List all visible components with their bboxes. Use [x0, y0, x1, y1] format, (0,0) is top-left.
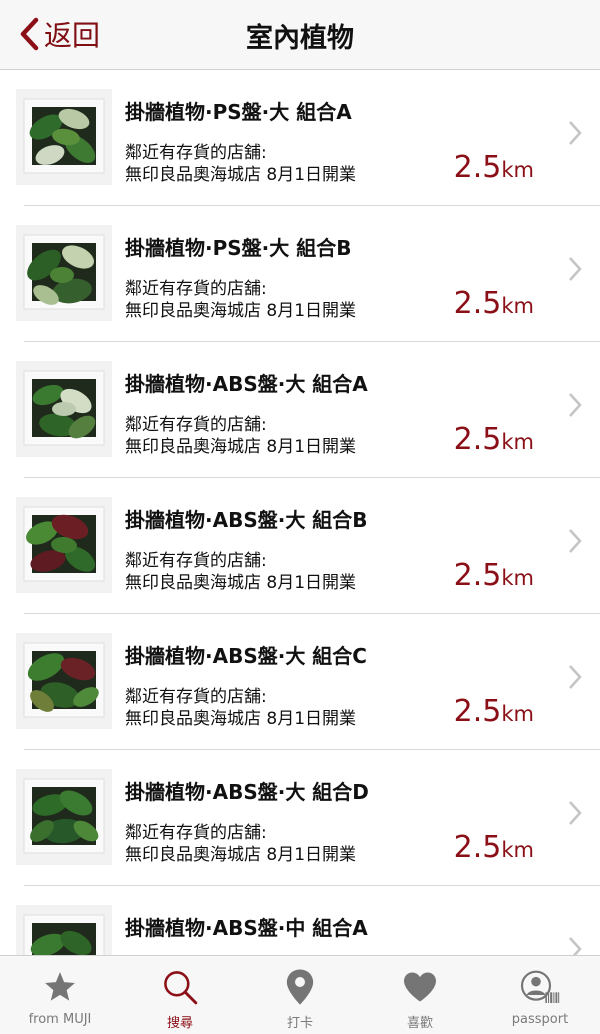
stock-info: 鄰近有存貨的店舖: 無印良品奧海城店 8月1日開業: [125, 686, 356, 730]
product-name: 掛牆植物·ABS盤·中 組合A: [125, 916, 368, 940]
product-name: 掛牆植物·PS盤·大 組合B: [125, 236, 352, 260]
product-thumbnail: [16, 89, 112, 185]
stock-label: 鄰近有存貨的店舖:: [125, 415, 267, 435]
search-icon: [160, 968, 200, 1006]
list-item[interactable]: 掛牆植物·ABS盤·大 組合B 鄰近有存貨的店舖: 無印良品奧海城店 8月1日開…: [16, 478, 600, 614]
list-item[interactable]: 掛牆植物·PS盤·大 組合A 鄰近有存貨的店舖: 無印良品奧海城店 8月1日開業…: [16, 70, 600, 206]
stock-label: 鄰近有存貨的店舖:: [125, 143, 267, 163]
product-list[interactable]: 掛牆植物·PS盤·大 組合A 鄰近有存貨的店舖: 無印良品奧海城店 8月1日開業…: [0, 70, 600, 955]
list-item[interactable]: 掛牆植物·PS盤·大 組合B 鄰近有存貨的店舖: 無印良品奧海城店 8月1日開業…: [16, 206, 600, 342]
distance: 2.5km: [454, 558, 534, 593]
distance-unit: km: [501, 702, 534, 726]
navigation-bar: 返回 室內植物: [0, 0, 600, 70]
product-thumbnail: [16, 497, 112, 593]
store-name: 無印良品奧海城店 8月1日開業: [125, 845, 357, 865]
distance-value: 2.5: [453, 694, 502, 729]
product-name: 掛牆植物·ABS盤·大 組合D: [125, 780, 369, 804]
tab-passport[interactable]: passport: [480, 956, 600, 1034]
distance-value: 2.5: [453, 558, 502, 593]
store-name: 無印良品奧海城店 8月1日開業: [125, 437, 357, 457]
distance-value: 2.5: [453, 830, 502, 865]
distance: 2.5km: [454, 422, 534, 457]
distance-unit: km: [501, 158, 534, 182]
stock-label: 鄰近有存貨的店舖:: [125, 687, 267, 707]
product-thumbnail: [16, 361, 112, 457]
tab-label: 打卡: [286, 1016, 313, 1031]
product-thumbnail: [16, 225, 112, 321]
product-thumbnail: [16, 905, 112, 955]
stock-label: 鄰近有存貨的店舖:: [125, 551, 267, 571]
list-item[interactable]: 掛牆植物·ABS盤·中 組合A: [16, 886, 600, 955]
chevron-right-icon: [569, 937, 582, 955]
chevron-right-icon: [569, 257, 582, 281]
stock-info: 鄰近有存貨的店舖: 無印良品奧海城店 8月1日開業: [125, 822, 356, 866]
distance-unit: km: [501, 566, 534, 590]
distance-value: 2.5: [453, 286, 502, 321]
distance: 2.5km: [454, 286, 534, 321]
stock-info: 鄰近有存貨的店舖: 無印良品奧海城店 8月1日開業: [125, 414, 356, 458]
store-name: 無印良品奧海城店 8月1日開業: [125, 301, 357, 321]
distance: 2.5km: [454, 150, 534, 185]
distance-value: 2.5: [453, 422, 502, 457]
list-item[interactable]: 掛牆植物·ABS盤·大 組合D 鄰近有存貨的店舖: 無印良品奧海城店 8月1日開…: [16, 750, 600, 886]
distance: 2.5km: [454, 694, 534, 729]
distance: 2.5km: [454, 830, 534, 865]
passport-icon: [520, 968, 560, 1006]
chevron-right-icon: [569, 665, 582, 689]
product-name: 掛牆植物·ABS盤·大 組合B: [125, 508, 368, 532]
store-name: 無印良品奧海城店 8月1日開業: [125, 709, 357, 729]
store-name: 無印良品奧海城店 8月1日開業: [125, 573, 357, 593]
stock-label: 鄰近有存貨的店舖:: [125, 279, 267, 299]
stock-info: 鄰近有存貨的店舖: 無印良品奧海城店 8月1日開業: [125, 550, 356, 594]
tab-from-muji[interactable]: from MUJI: [0, 956, 120, 1034]
product-name: 掛牆植物·PS盤·大 組合A: [125, 100, 352, 124]
tab-label: 搜尋: [166, 1016, 193, 1031]
tab-label: from MUJI: [28, 1012, 92, 1027]
store-name: 無印良品奧海城店 8月1日開業: [125, 165, 357, 185]
product-thumbnail: [16, 633, 112, 729]
tab-bar: from MUJI 搜尋 打卡 喜歡 passport: [0, 955, 600, 1034]
product-thumbnail: [16, 769, 112, 865]
page-title: 室內植物: [246, 23, 354, 54]
tab-favorites[interactable]: 喜歡: [360, 956, 480, 1034]
chevron-right-icon: [569, 121, 582, 145]
stock-label: 鄰近有存貨的店舖:: [125, 823, 267, 843]
star-icon: [40, 968, 80, 1006]
chevron-right-icon: [569, 801, 582, 825]
list-item[interactable]: 掛牆植物·ABS盤·大 組合C 鄰近有存貨的店舖: 無印良品奧海城店 8月1日開…: [16, 614, 600, 750]
distance-value: 2.5: [453, 150, 502, 185]
chevron-right-icon: [569, 529, 582, 553]
stock-info: 鄰近有存貨的店舖: 無印良品奧海城店 8月1日開業: [125, 278, 356, 322]
chevron-right-icon: [569, 393, 582, 417]
stock-info: 鄰近有存貨的店舖: 無印良品奧海城店 8月1日開業: [125, 142, 356, 186]
distance-unit: km: [501, 838, 534, 862]
product-name: 掛牆植物·ABS盤·大 組合A: [125, 372, 368, 396]
tab-check-in[interactable]: 打卡: [240, 956, 360, 1034]
distance-unit: km: [501, 294, 534, 318]
heart-icon: [400, 968, 440, 1006]
tab-search[interactable]: 搜尋: [120, 956, 240, 1034]
product-name: 掛牆植物·ABS盤·大 組合C: [125, 644, 367, 668]
tab-label: passport: [511, 1012, 569, 1027]
map-pin-icon: [280, 968, 320, 1006]
list-item[interactable]: 掛牆植物·ABS盤·大 組合A 鄰近有存貨的店舖: 無印良品奧海城店 8月1日開…: [16, 342, 600, 478]
tab-label: 喜歡: [406, 1016, 433, 1031]
distance-unit: km: [501, 430, 534, 454]
